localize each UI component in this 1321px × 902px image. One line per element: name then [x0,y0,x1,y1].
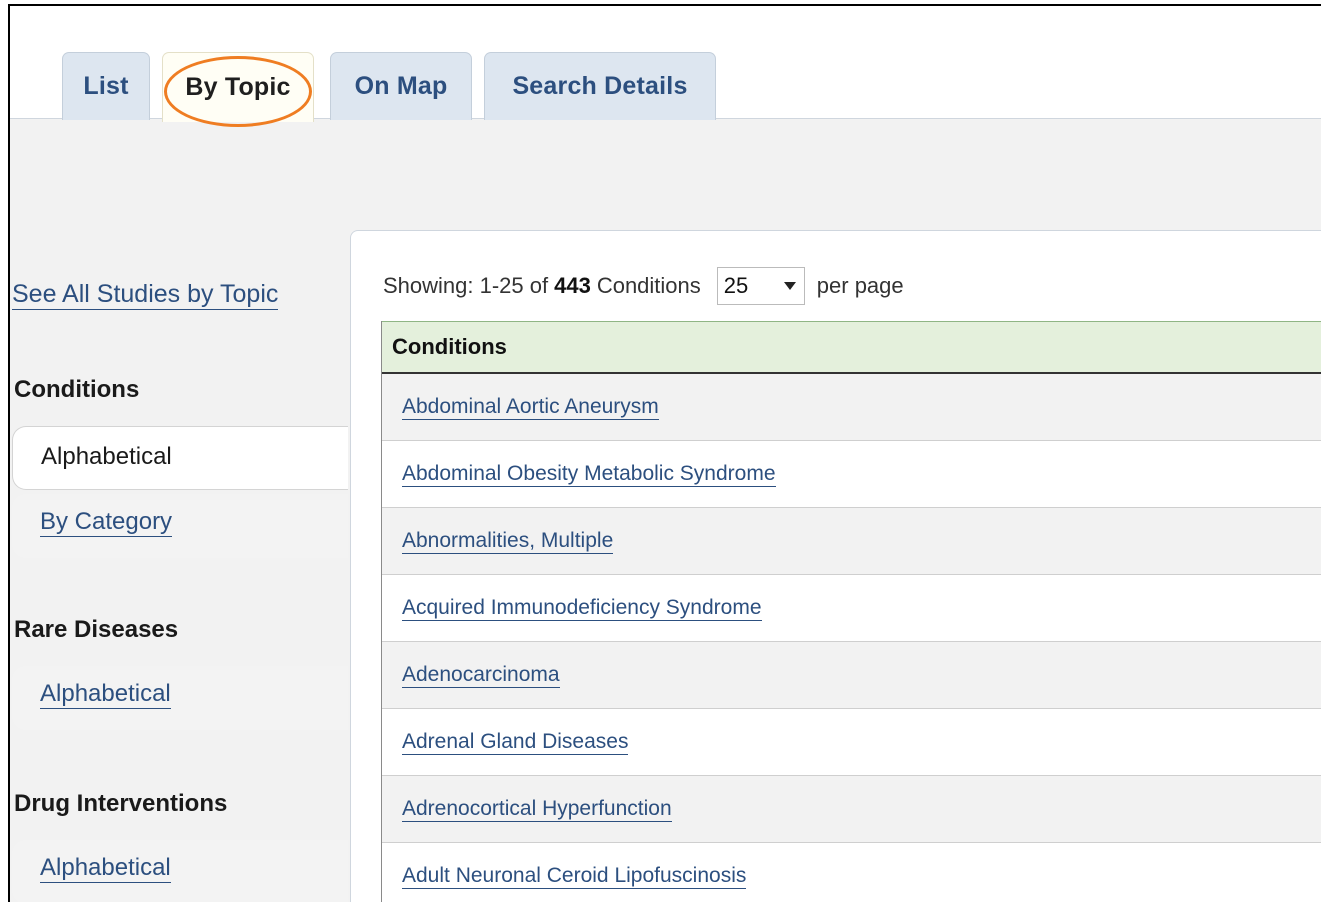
sidebar-item-label: Alphabetical [41,443,172,470]
tab-by-topic[interactable]: By Topic [162,52,314,122]
showing-prefix: Showing: 1-25 of [383,273,549,298]
condition-link[interactable]: Adenocarcinoma [402,662,560,689]
condition-link[interactable]: Abdominal Aortic Aneurysm [402,394,659,421]
condition-link[interactable]: Abdominal Obesity Metabolic Syndrome [402,461,776,488]
conditions-heading: Conditions [14,376,140,403]
tab-search-details[interactable]: Search Details [484,52,716,120]
condition-link[interactable]: Adult Neuronal Ceroid Lipofuscinosis [402,863,747,890]
results-summary: Showing: 1-25 of 443 Conditions 25 per p… [383,267,904,305]
table-row: Abdominal Aortic Aneurysm [382,374,1321,441]
see-all-studies-link[interactable]: See All Studies by Topic [12,280,279,310]
conditions-alphabetical-item[interactable]: Alphabetical [12,426,348,490]
table-row: Acquired Immunodeficiency Syndrome [382,575,1321,642]
table-row: Abdominal Obesity Metabolic Syndrome [382,441,1321,508]
condition-link[interactable]: Adrenal Gland Diseases [402,729,629,756]
table-body: Abdominal Aortic Aneurysm Abdominal Obes… [382,374,1321,902]
table-row: Adult Neuronal Ceroid Lipofuscinosis [382,843,1321,902]
sidebar-item-label: Alphabetical [40,680,171,709]
rare-diseases-alphabetical-item[interactable]: Alphabetical [12,666,348,730]
tab-on-map[interactable]: On Map [330,52,472,120]
browser-frame: List By Topic On Map Search Details See … [8,4,1321,902]
per-page-select[interactable]: 25 [716,267,805,305]
results-panel: Showing: 1-25 of 443 Conditions 25 per p… [350,230,1321,902]
table-row: Abnormalities, Multiple [382,508,1321,575]
sidebar-item-label: By Category [40,508,173,537]
condition-link[interactable]: Abnormalities, Multiple [402,528,614,555]
conditions-table: Conditions Abdominal Aortic Aneurysm Abd… [381,321,1321,902]
condition-link[interactable]: Acquired Immunodeficiency Syndrome [402,595,762,622]
per-page-label: per page [816,273,904,298]
table-row: Adrenal Gland Diseases [382,709,1321,776]
sidebar-item-label: Alphabetical [40,854,171,883]
conditions-by-category-item[interactable]: By Category [12,494,348,558]
showing-suffix: Conditions [596,273,701,298]
chevron-down-icon [783,282,796,290]
total-count: 443 [554,273,591,298]
drug-interventions-heading: Drug Interventions [14,790,228,817]
rare-diseases-heading: Rare Diseases [14,616,179,643]
table-row: Adenocarcinoma [382,642,1321,709]
condition-link[interactable]: Adrenocortical Hyperfunction [402,796,672,823]
per-page-value: 25 [723,273,749,298]
drug-interventions-alphabetical-item[interactable]: Alphabetical [12,840,348,902]
table-header: Conditions [382,321,1321,374]
tab-list[interactable]: List [62,52,150,120]
table-row: Adrenocortical Hyperfunction [382,776,1321,843]
